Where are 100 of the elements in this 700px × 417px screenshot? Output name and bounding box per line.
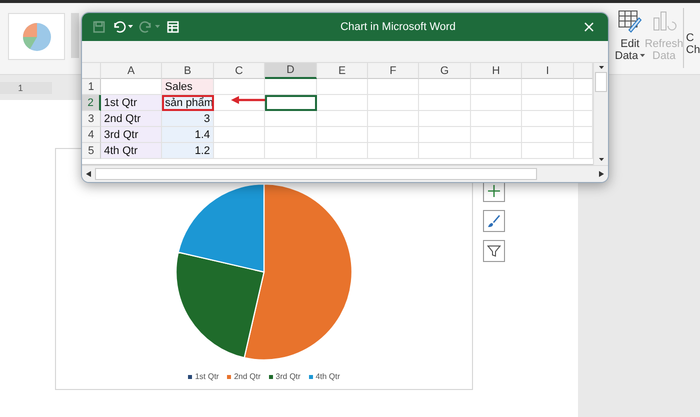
table-cell[interactable]: [317, 127, 368, 144]
legend-label: 2nd Qtr: [234, 372, 261, 381]
ribbon-button[interactable]: C Ch: [686, 8, 700, 68]
column-header[interactable]: F: [368, 63, 419, 80]
table-cell[interactable]: [214, 127, 265, 144]
table-cell[interactable]: [419, 127, 471, 144]
table-cell[interactable]: [214, 95, 265, 112]
vertical-scrollbar[interactable]: [593, 63, 608, 166]
table-cell[interactable]: [265, 127, 317, 144]
table-cell[interactable]: [471, 127, 522, 144]
table-cell[interactable]: 1.4: [162, 127, 214, 144]
column-header[interactable]: [574, 63, 593, 80]
table-cell[interactable]: [522, 111, 574, 128]
table-cell[interactable]: [101, 79, 162, 96]
table-cell[interactable]: [471, 79, 522, 96]
chart-style-thumbnail[interactable]: [8, 13, 65, 60]
table-cell[interactable]: [265, 79, 317, 96]
ruler: 1: [0, 82, 52, 94]
table-cell[interactable]: [471, 95, 522, 112]
scroll-thumb[interactable]: [595, 72, 607, 92]
table-cell[interactable]: 1.2: [162, 143, 214, 160]
table-cell[interactable]: [471, 143, 522, 160]
horizontal-scrollbar[interactable]: [82, 165, 608, 182]
table-cell[interactable]: Sales: [162, 79, 214, 96]
table-cell[interactable]: [317, 111, 368, 128]
table-cell[interactable]: 1st Qtr: [101, 95, 162, 112]
caret-icon: [155, 24, 160, 29]
table-cell[interactable]: 2nd Qtr: [101, 111, 162, 128]
table-icon: [166, 20, 180, 34]
column-header[interactable]: I: [522, 63, 574, 80]
table-cell[interactable]: [419, 79, 471, 96]
legend-label: 3rd Qtr: [276, 372, 301, 381]
table-cell[interactable]: [265, 95, 317, 112]
row-header[interactable]: 5: [82, 143, 101, 160]
row-header[interactable]: 3: [82, 111, 101, 128]
table-cell[interactable]: [522, 95, 574, 112]
caret-icon: [598, 158, 604, 162]
select-all-corner[interactable]: [82, 63, 101, 80]
table-cell[interactable]: [214, 111, 265, 128]
table-cell[interactable]: [419, 143, 471, 160]
column-header[interactable]: G: [419, 63, 471, 80]
window-title: Chart in Microsoft Word: [339, 20, 457, 33]
table-cell[interactable]: 4th Qtr: [101, 143, 162, 160]
table-cell[interactable]: [522, 143, 574, 160]
table-cell[interactable]: [317, 143, 368, 160]
scroll-track[interactable]: [95, 168, 537, 180]
table-cell[interactable]: [368, 79, 419, 96]
table-cell[interactable]: [574, 95, 593, 112]
undo-icon: [112, 20, 126, 34]
table-cell[interactable]: [317, 79, 368, 96]
table-cell[interactable]: [317, 95, 368, 112]
table-cell[interactable]: [265, 111, 317, 128]
column-header[interactable]: A: [101, 63, 162, 80]
column-header[interactable]: E: [317, 63, 368, 80]
redo-icon: [139, 20, 153, 34]
chart-filters-button[interactable]: [483, 240, 505, 262]
close-icon: [584, 22, 594, 32]
table-cell[interactable]: [574, 127, 593, 144]
filter-icon: [487, 244, 501, 258]
save-icon: [92, 20, 106, 34]
table-cell[interactable]: [368, 111, 419, 128]
table-pencil-icon: [617, 8, 643, 34]
table-cell[interactable]: [368, 95, 419, 112]
plus-icon: [487, 184, 501, 198]
table-cell[interactable]: [522, 79, 574, 96]
column-header[interactable]: C: [214, 63, 265, 80]
table-cell[interactable]: [574, 143, 593, 160]
table-cell[interactable]: [419, 95, 471, 112]
table-cell[interactable]: [419, 111, 471, 128]
pointer-arrow: [231, 96, 265, 104]
pie-chart-icon: [22, 22, 52, 52]
scroll-right-icon[interactable]: [599, 171, 604, 178]
caret-icon: [128, 24, 133, 29]
table-cell[interactable]: [522, 127, 574, 144]
legend-label: 1st Qtr: [194, 372, 219, 381]
table-cell[interactable]: [368, 143, 419, 160]
table-cell[interactable]: [214, 143, 265, 160]
row-header[interactable]: 4: [82, 127, 101, 144]
column-header[interactable]: B: [162, 63, 214, 80]
edit-data-button[interactable]: Edit Data: [615, 8, 645, 68]
undo-button[interactable]: [112, 20, 133, 34]
table-button[interactable]: [166, 20, 180, 34]
table-cell[interactable]: sản phẩm: [162, 95, 214, 112]
scroll-left-icon[interactable]: [86, 171, 91, 178]
table-cell[interactable]: [471, 111, 522, 128]
table-cell[interactable]: 3rd Qtr: [101, 127, 162, 144]
table-cell[interactable]: [574, 111, 593, 128]
row-header[interactable]: 2: [82, 95, 101, 112]
table-cell[interactable]: [368, 127, 419, 144]
table-cell[interactable]: [214, 79, 265, 96]
brush-icon: [487, 214, 501, 228]
row-header[interactable]: 1: [82, 79, 101, 96]
chart-style-thumbnail[interactable]: [71, 13, 79, 58]
table-cell[interactable]: [574, 79, 593, 96]
column-header[interactable]: H: [471, 63, 522, 80]
table-cell[interactable]: [265, 143, 317, 160]
chart-styles-button[interactable]: [483, 210, 505, 232]
table-cell[interactable]: 3: [162, 111, 214, 128]
column-header[interactable]: D: [265, 63, 317, 80]
legend-label: 4th Qtr: [316, 372, 340, 381]
